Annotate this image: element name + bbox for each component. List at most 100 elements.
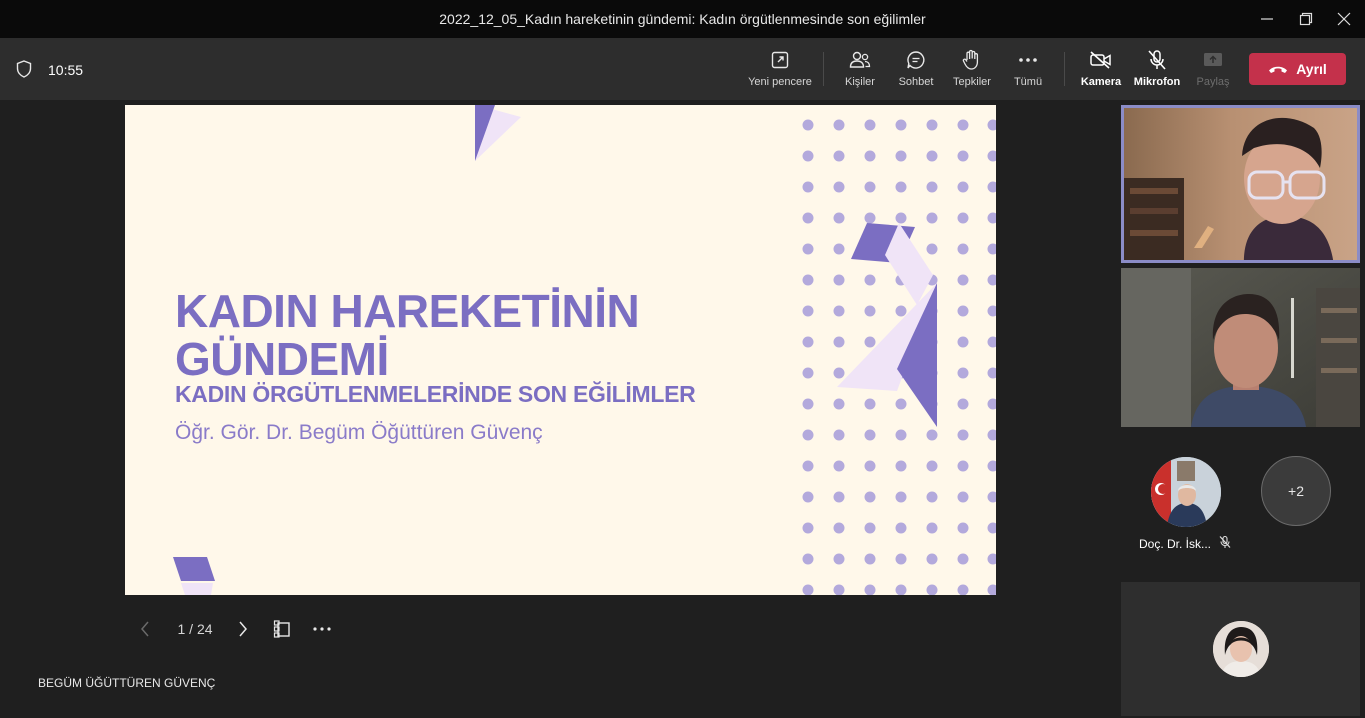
- presentation-slide: KADIN HAREKETİNİN GÜNDEMİ KADIN ÖRGÜTLEN…: [125, 105, 996, 595]
- meeting-time: 10:55: [48, 62, 84, 78]
- slide-dot: [957, 181, 969, 193]
- slide-dot: [833, 119, 845, 131]
- toolbar-divider: [1064, 52, 1065, 86]
- slide-dot: [987, 119, 996, 131]
- slide-dot: [833, 553, 845, 565]
- chat-icon: [906, 48, 926, 72]
- minimize-button[interactable]: [1256, 8, 1278, 30]
- slide-dot: [864, 119, 876, 131]
- slide-dot: [957, 398, 969, 410]
- slide-grid-button[interactable]: [269, 612, 295, 646]
- page-indicator: 1 / 24: [177, 621, 213, 637]
- window-title: 2022_12_05_Kadın hareketinin gündemi: Ka…: [439, 11, 926, 27]
- participant-avatar-isk[interactable]: [1151, 457, 1221, 527]
- slide-dot: [895, 522, 907, 534]
- slide-dot: [864, 150, 876, 162]
- participant-avatar-self: [1213, 621, 1269, 677]
- slide-dot: [833, 398, 845, 410]
- slide-dot: [957, 150, 969, 162]
- slide-dot: [957, 243, 969, 255]
- slide-dot: [987, 398, 996, 410]
- slide-dot: [895, 212, 907, 224]
- slide-author: Öğr. Gör. Dr. Begüm Öğüttüren Güvenç: [175, 421, 543, 444]
- raise-hand-icon: [962, 48, 982, 72]
- leave-button[interactable]: Ayrıl: [1249, 53, 1346, 85]
- slide-dot: [864, 336, 876, 348]
- slide-dot: [833, 305, 845, 317]
- slide-dot: [833, 243, 845, 255]
- slide-dot: [987, 243, 996, 255]
- slide-dot: [802, 305, 814, 317]
- chat-button[interactable]: Sohbet: [896, 48, 936, 94]
- window-titlebar: 2022_12_05_Kadın hareketinin gündemi: Ka…: [0, 0, 1365, 38]
- slide-dot: [926, 212, 938, 224]
- share-button[interactable]: Paylaş: [1193, 48, 1233, 94]
- more-actions-button[interactable]: Tümü: [1008, 48, 1048, 94]
- slide-dot: [802, 336, 814, 348]
- mic-button[interactable]: Mikrofon: [1134, 48, 1180, 94]
- people-button[interactable]: Kişiler: [840, 48, 880, 94]
- slide-dot: [987, 181, 996, 193]
- slide-dot: [957, 305, 969, 317]
- reactions-button[interactable]: Tepkiler: [952, 48, 992, 94]
- slide-dot: [926, 460, 938, 472]
- avatar: [1151, 457, 1221, 527]
- slide-dot: [833, 274, 845, 286]
- slide-dot: [895, 181, 907, 193]
- slide-dot: [987, 336, 996, 348]
- slide-dot: [833, 367, 845, 379]
- meeting-toolbar: 10:55 Yeni pencere Kişiler Sohbet Tepkil…: [0, 38, 1365, 100]
- people-icon: [849, 48, 871, 72]
- next-slide-button[interactable]: [231, 612, 255, 646]
- slide-dot: [864, 398, 876, 410]
- slide-dot: [987, 553, 996, 565]
- slide-dot: [957, 522, 969, 534]
- mic-off-icon: [1146, 48, 1168, 72]
- chevron-right-icon: [239, 621, 247, 637]
- presenter-name: BEGÜM ÜĞÜTTÜREN GÜVENÇ: [38, 676, 216, 690]
- slide-dot: [895, 460, 907, 472]
- video-feed: [1121, 268, 1360, 427]
- slide-dot: [987, 522, 996, 534]
- slide-dot: [833, 336, 845, 348]
- slide-more-button[interactable]: [309, 612, 335, 646]
- slide-dot: [926, 522, 938, 534]
- slide-dot: [802, 522, 814, 534]
- participant-video-1[interactable]: [1121, 105, 1360, 263]
- slide-dot: [802, 243, 814, 255]
- more-participants-button[interactable]: +2: [1261, 456, 1331, 526]
- participant-video-2[interactable]: [1121, 268, 1360, 427]
- slide-dot: [987, 367, 996, 379]
- restore-icon: [1299, 12, 1313, 26]
- slide-dot: [926, 243, 938, 255]
- slide-dot: [957, 429, 969, 441]
- slide-dot: [864, 429, 876, 441]
- slide-dot: [926, 150, 938, 162]
- slide-dot: [895, 491, 907, 503]
- maximize-button[interactable]: [1295, 8, 1317, 30]
- slide-dot: [895, 305, 907, 317]
- slide-dot: [802, 212, 814, 224]
- slide-dot: [926, 553, 938, 565]
- slide-dot: [833, 522, 845, 534]
- slide-dot: [926, 584, 938, 595]
- slide-dot: [895, 429, 907, 441]
- slide-dot: [864, 522, 876, 534]
- slide-dot: [802, 119, 814, 131]
- slide-dot: [957, 212, 969, 224]
- previous-slide-button[interactable]: [133, 612, 157, 646]
- slide-dot: [833, 212, 845, 224]
- more-dots-icon: [1018, 48, 1038, 72]
- slide-dot: [864, 460, 876, 472]
- close-window-button[interactable]: [1333, 8, 1355, 30]
- slide-dot: [802, 274, 814, 286]
- slide-subtitle: KADIN ÖRGÜTLENMELERİNDE SON EĞİLİMLER: [175, 381, 696, 407]
- slide-dot: [802, 181, 814, 193]
- slide-dot: [957, 491, 969, 503]
- slide-dot: [987, 429, 996, 441]
- new-window-button[interactable]: Yeni pencere: [748, 48, 812, 94]
- slide-dot: [895, 119, 907, 131]
- slide-dot: [957, 119, 969, 131]
- slide-dot: [802, 367, 814, 379]
- camera-button[interactable]: Kamera: [1080, 48, 1122, 94]
